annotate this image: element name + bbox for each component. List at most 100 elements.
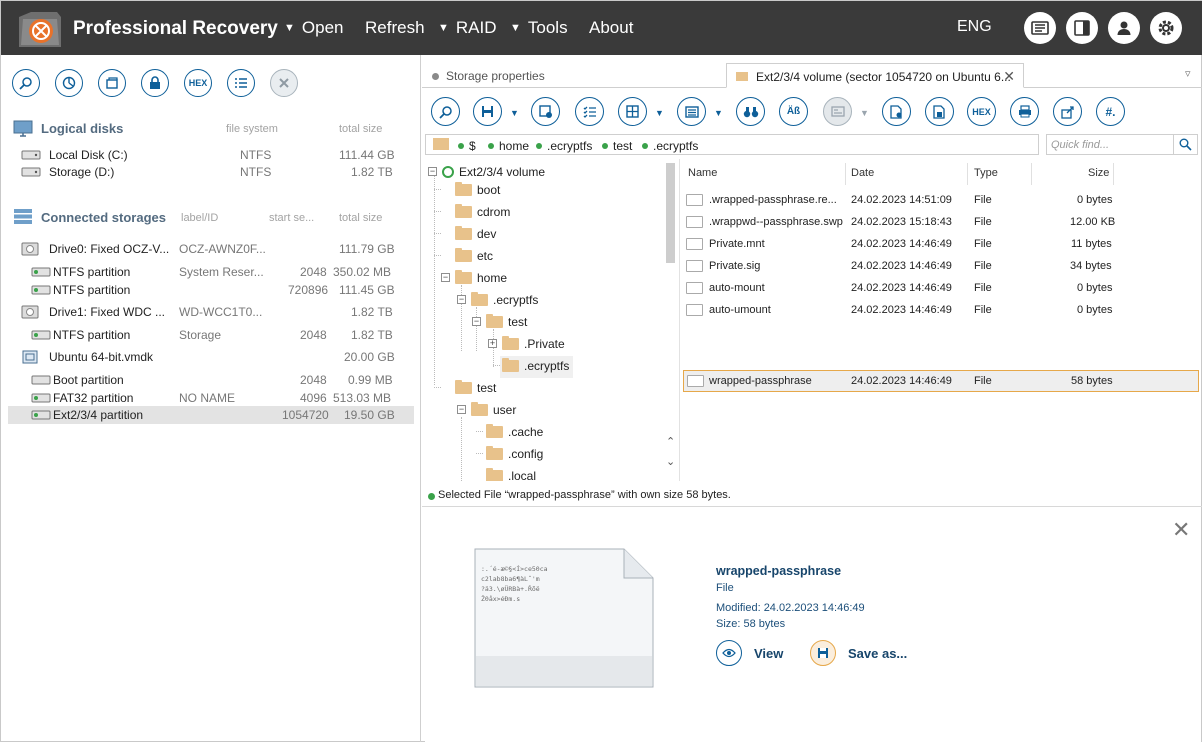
search-files-button[interactable] (736, 97, 765, 126)
storage-vmdk[interactable]: Ubuntu 64-bit.vmdk 20.00 GB (1, 348, 421, 366)
tree-node-cdrom[interactable]: cdrom (455, 203, 510, 221)
storage-ntfs-partition[interactable]: NTFS partition Storage 2048 1.82 TB (1, 326, 421, 344)
tree-node-config[interactable]: .config (486, 445, 543, 463)
tree-node-test-root[interactable]: test (455, 379, 496, 397)
view-mode-dropdown-icon[interactable]: ▼ (655, 108, 664, 118)
storage-ntfs-partition[interactable]: NTFS partition System Reser... 2048 350.… (1, 263, 421, 281)
storage-size: 1.82 TB (351, 328, 393, 342)
hash-button[interactable]: #. (1096, 97, 1125, 126)
logical-disk-d[interactable]: Storage (D:) NTFS 1.82 TB (1, 163, 421, 181)
floppy-disk-icon (810, 640, 836, 666)
view-mode-button[interactable] (618, 97, 647, 126)
menu-tools[interactable]: ▼ Tools (510, 18, 568, 38)
tree-node-local[interactable]: .local (486, 467, 536, 481)
export-button[interactable] (1053, 97, 1082, 126)
encryption-button[interactable] (141, 69, 169, 97)
storage-boot-partition[interactable]: Boot partition 2048 0.99 MB (1, 371, 421, 389)
list-button[interactable] (227, 69, 255, 97)
app-logo-icon (19, 12, 61, 47)
path-segment[interactable]: home (488, 139, 529, 153)
file-row[interactable]: .wrappwd--passphrase.swp 24.02.2023 15:18… (681, 211, 1202, 233)
tree-scrollbar-thumb[interactable] (666, 163, 675, 263)
collapse-toggle-icon[interactable]: − (457, 405, 466, 414)
file-properties-button[interactable] (882, 97, 911, 126)
col-type[interactable]: Type (974, 167, 998, 179)
col-name[interactable]: Name (688, 167, 717, 179)
preview-close-icon[interactable]: ✕ (1172, 517, 1190, 543)
col-date[interactable]: Date (851, 167, 874, 179)
path-bar[interactable]: $ home .ecryptfs test .ecryptfs (425, 134, 1039, 155)
storage-drive1[interactable]: Drive1: Fixed WDC ... WD-WCC1T0... 1.82 … (1, 303, 421, 321)
panels-dropdown-icon[interactable]: ▼ (714, 108, 723, 118)
file-row[interactable]: auto-umount 24.02.2023 14:46:49 File 0 byte… (681, 299, 1202, 321)
save-dropdown-icon[interactable]: ▼ (510, 108, 519, 118)
file-row[interactable]: auto-mount 24.02.2023 14:46:49 File 0 bytes (681, 277, 1202, 299)
tree-node-test[interactable]: test (486, 313, 527, 331)
logical-disk-c[interactable]: Local Disk (C:) NTFS 111.44 GB (1, 146, 421, 164)
close-storage-button[interactable] (270, 69, 298, 97)
tree-node-home[interactable]: home (455, 269, 507, 287)
hex-button[interactable]: HEX (184, 69, 212, 97)
save-button[interactable] (473, 97, 502, 126)
preview-button[interactable] (823, 97, 852, 126)
chart-button[interactable] (55, 69, 83, 97)
tab-ext-volume[interactable]: Ext2/3/4 volume (sector 1054720 on Ubunt… (726, 63, 1024, 88)
tree-node-cache[interactable]: .cache (486, 423, 543, 441)
collapse-toggle-icon[interactable]: − (428, 167, 437, 176)
tree-node-volume[interactable]: Ext2/3/4 volume (442, 163, 545, 181)
scan-button[interactable] (12, 69, 40, 97)
panel-toggle-button[interactable] (1066, 12, 1098, 44)
news-button[interactable] (1024, 12, 1056, 44)
collapse-toggle-icon[interactable]: − (457, 295, 466, 304)
menu-raid[interactable]: ▼ RAID (438, 18, 497, 38)
collapse-toggle-icon[interactable]: − (472, 317, 481, 326)
file-row[interactable]: Private.sig 24.02.2023 14:46:49 File 34 byt… (681, 255, 1202, 277)
path-segment[interactable]: .ecryptfs (642, 139, 698, 153)
menu-refresh[interactable]: Refresh (365, 18, 425, 38)
scroll-down-icon[interactable]: ⌄ (666, 455, 675, 468)
tab-close-icon[interactable]: ✕ (1003, 68, 1015, 85)
panels-button[interactable] (677, 97, 706, 126)
find-button[interactable] (431, 97, 460, 126)
tree-node-ecryptfs[interactable]: .ecryptfs (471, 291, 538, 309)
storage-ext-partition[interactable]: Ext2/3/4 partition 1054720 19.50 GB (8, 406, 414, 424)
menu-open[interactable]: ▼ Open (284, 18, 343, 38)
language-selector[interactable]: ENG (957, 18, 992, 36)
save-as-button[interactable]: Save as... (810, 640, 907, 666)
storage-drive0[interactable]: Drive0: Fixed OCZ-V... OCZ-AWNZ0F... 111… (1, 240, 421, 258)
file-row[interactable]: .wrapped-passphrase.re... 24.02.2023 14:5… (681, 189, 1202, 211)
file-save-button[interactable] (925, 97, 954, 126)
menu-about[interactable]: About (589, 18, 633, 38)
tree-node-private[interactable]: .Private (502, 335, 565, 353)
file-row-selected[interactable]: wrapped-passphrase 24.02.2023 14:46:49 Fil… (683, 370, 1199, 392)
view-button[interactable]: View (716, 640, 783, 666)
hex-view-button[interactable]: HEX (967, 97, 996, 126)
file-row[interactable]: Private.mnt 24.02.2023 14:46:49 File 11 byt… (681, 233, 1202, 255)
user-button[interactable] (1108, 12, 1140, 44)
col-size[interactable]: Size (1088, 167, 1109, 179)
settings-button[interactable] (1150, 12, 1182, 44)
save-settings-button[interactable] (531, 97, 560, 126)
path-segment[interactable]: .ecryptfs (536, 139, 592, 153)
encoding-button[interactable]: Äß (779, 97, 808, 126)
checklist-button[interactable] (575, 97, 604, 126)
preview-dropdown-icon[interactable]: ▼ (860, 108, 869, 118)
tree-node-user[interactable]: user (471, 401, 516, 419)
path-segment[interactable]: test (602, 139, 632, 153)
hard-drive-icon (21, 305, 39, 319)
tab-storage-properties[interactable]: Storage properties (432, 63, 545, 88)
storage-ntfs-partition[interactable]: NTFS partition 720896 111.45 GB (1, 281, 421, 299)
quick-find-button[interactable] (1173, 134, 1198, 155)
expand-toggle-icon[interactable]: + (488, 339, 497, 348)
tree-node-ecryptfs-selected[interactable]: .ecryptfs (500, 356, 574, 378)
tree-node-dev[interactable]: dev (455, 225, 496, 243)
storage-fat32-partition[interactable]: FAT32 partition NO NAME 4096 513.03 MB (1, 389, 421, 407)
image-button[interactable] (98, 69, 126, 97)
tree-node-etc[interactable]: etc (455, 247, 493, 265)
path-segment[interactable]: $ (458, 139, 476, 153)
tree-node-boot[interactable]: boot (455, 181, 500, 199)
print-button[interactable] (1010, 97, 1039, 126)
collapse-toggle-icon[interactable]: − (441, 273, 450, 282)
scroll-up-icon[interactable]: ⌃ (666, 435, 675, 448)
tabs-menu-icon[interactable]: ▿ (1185, 67, 1191, 80)
